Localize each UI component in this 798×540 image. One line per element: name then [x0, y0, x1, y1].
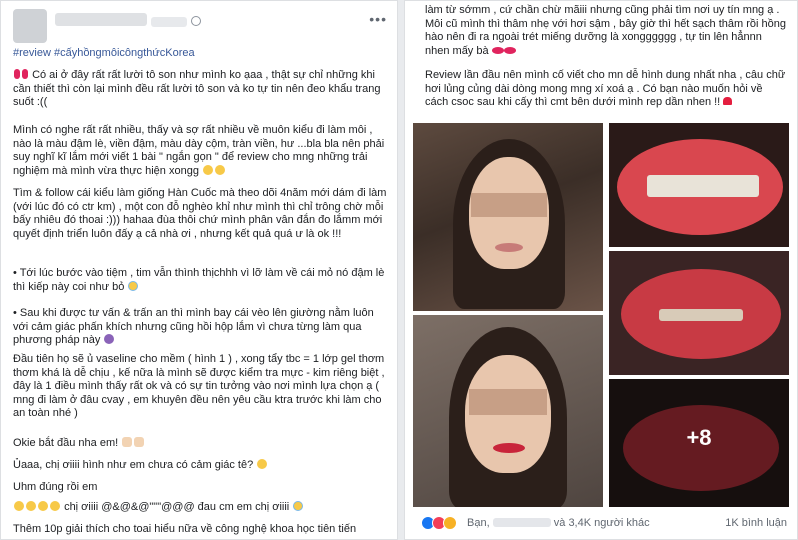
avatar[interactable]: [13, 9, 47, 43]
gallery-photo-more[interactable]: +8: [609, 379, 789, 507]
smile-emoji-icon: [257, 459, 268, 469]
more-options-icon[interactable]: •••: [369, 11, 387, 27]
lips-emoji-icon: [491, 46, 504, 54]
gallery-photo-1[interactable]: [413, 123, 603, 311]
paragraph-11: Thêm 10p giải thích cho toai hiểu nữa về…: [13, 523, 391, 537]
paragraph-1: Có ai ở đây rất rất lười tô son như mình…: [13, 69, 391, 110]
censor-bar: [471, 193, 547, 217]
right-paragraph-1: làm từ sớmm , cứ chần chừ mãiii nhưng cũ…: [425, 4, 787, 58]
censor-bar: [469, 389, 547, 415]
reactor-names-blurred: [492, 518, 551, 527]
hand-emoji-icon: [122, 437, 133, 447]
gallery-photo-3[interactable]: [609, 251, 789, 375]
paragraph-10: chị ơiiii @&@&@"""@@@ đau cm em chị ơiii…: [13, 501, 391, 515]
paragraph-4: • Tới lúc bước vào tiệm , tim vẫn thình …: [13, 267, 391, 294]
gallery-photo-4[interactable]: [413, 315, 603, 507]
more-photos-count[interactable]: +8: [609, 425, 789, 451]
paragraph-10-text: chị ơiiii @&@&@"""@@@ đau cm em chị ơiii…: [64, 501, 290, 513]
paragraph-1-text: Có ai ở đây rất rất lười tô son như mình…: [13, 69, 381, 108]
right-paragraph-2: Review lần đầu nên mình cố viết cho mn d…: [425, 69, 787, 110]
post-header: •••: [13, 7, 387, 43]
haha-reaction-icon: [443, 516, 457, 530]
heart-icon: [723, 97, 733, 105]
paragraph-2: Mình có nghe rất rất nhiều, thấy và sợ r…: [13, 124, 391, 178]
reaction-icons[interactable]: [421, 516, 457, 533]
smile-emoji-icon: [203, 164, 213, 175]
paragraph-9: Uhm đúng rồi em: [13, 481, 391, 495]
reaction-bar: Bạn, và 3,4K người khác 1K bình luận: [421, 515, 787, 533]
sweat-emoji-icon: [293, 501, 304, 511]
smile-emoji-icon: [215, 164, 225, 175]
post-hashtags[interactable]: #review #cấyhồngmôicôngthứcKorea: [13, 47, 391, 61]
paragraph-11-text: Thêm 10p giải thích cho toai hiểu nữa về…: [13, 523, 357, 535]
paragraph-3: Tìm & follow cái kiểu làm giống Hàn Cuốc…: [13, 187, 391, 241]
paragraph-2-text: Mình có nghe rất rất nhiều, thấy và sợ r…: [13, 124, 385, 177]
smile-emoji-icon: [50, 501, 60, 511]
paragraph-5: • Sau khi được tư vấn & trấn an thì mình…: [13, 307, 391, 348]
reaction-summary[interactable]: Bạn, và 3,4K người khác: [467, 517, 650, 529]
post-card-left: ••• #review #cấyhồngmôicôngthứcKorea Có …: [0, 0, 398, 540]
smile-emoji-icon: [14, 501, 24, 511]
sweat-emoji-icon: [128, 280, 139, 291]
paragraph-8: Ủaaa, chị ơiiii hình như em chưa có cảm …: [13, 459, 391, 473]
reaction-suffix: và 3,4K người khác: [553, 517, 650, 529]
photo-teeth: [647, 175, 759, 197]
paragraph-9-text: Uhm đúng rồi em: [13, 481, 98, 493]
lips-emoji-icon: [503, 46, 516, 54]
smile-emoji-icon: [26, 501, 36, 511]
photo-lips: [493, 443, 525, 453]
paragraph-6: Đầu tiên họ sẽ ủ vaseline cho mềm ( hình…: [13, 353, 391, 421]
post-time-blurred[interactable]: [151, 17, 187, 27]
paragraph-7-text: Okie bắt đầu nha em!: [13, 437, 119, 449]
smile-emoji-icon: [38, 501, 48, 511]
paragraph-6-text: Đầu tiên họ sẽ ủ vaseline cho mềm ( hình…: [13, 353, 385, 419]
paragraph-3-text: Tìm & follow cái kiểu làm giống Hàn Cuốc…: [13, 187, 387, 240]
comment-count[interactable]: 1K bình luận: [725, 517, 787, 529]
photo-lips: [495, 243, 523, 252]
paragraph-7: Okie bắt đầu nha em!: [13, 437, 391, 451]
worried-emoji-icon: [104, 334, 115, 344]
lipstick-icon: [14, 69, 20, 79]
globe-icon: [191, 16, 201, 26]
paragraph-8-text: Ủaaa, chị ơiiii hình như em chưa có cảm …: [13, 459, 254, 471]
post-card-right: làm từ sớmm , cứ chần chừ mãiii nhưng cũ…: [404, 0, 798, 540]
gallery-photo-2[interactable]: [609, 123, 789, 247]
photo-teeth: [659, 309, 743, 321]
paragraph-5-text: • Sau khi được tư vấn & trấn an thì mình…: [13, 307, 374, 346]
hand-emoji-icon: [134, 437, 145, 447]
paragraph-4-text: • Tới lúc bước vào tiệm , tim vẫn thình …: [13, 267, 385, 293]
reaction-prefix: Bạn,: [467, 517, 490, 529]
lipstick-icon: [22, 69, 28, 79]
author-name-blurred[interactable]: [55, 13, 147, 26]
photo-gallery: +8: [413, 123, 789, 507]
right-paragraph-1-text: làm từ sớmm , cứ chần chừ mãiii nhưng cũ…: [425, 4, 786, 57]
